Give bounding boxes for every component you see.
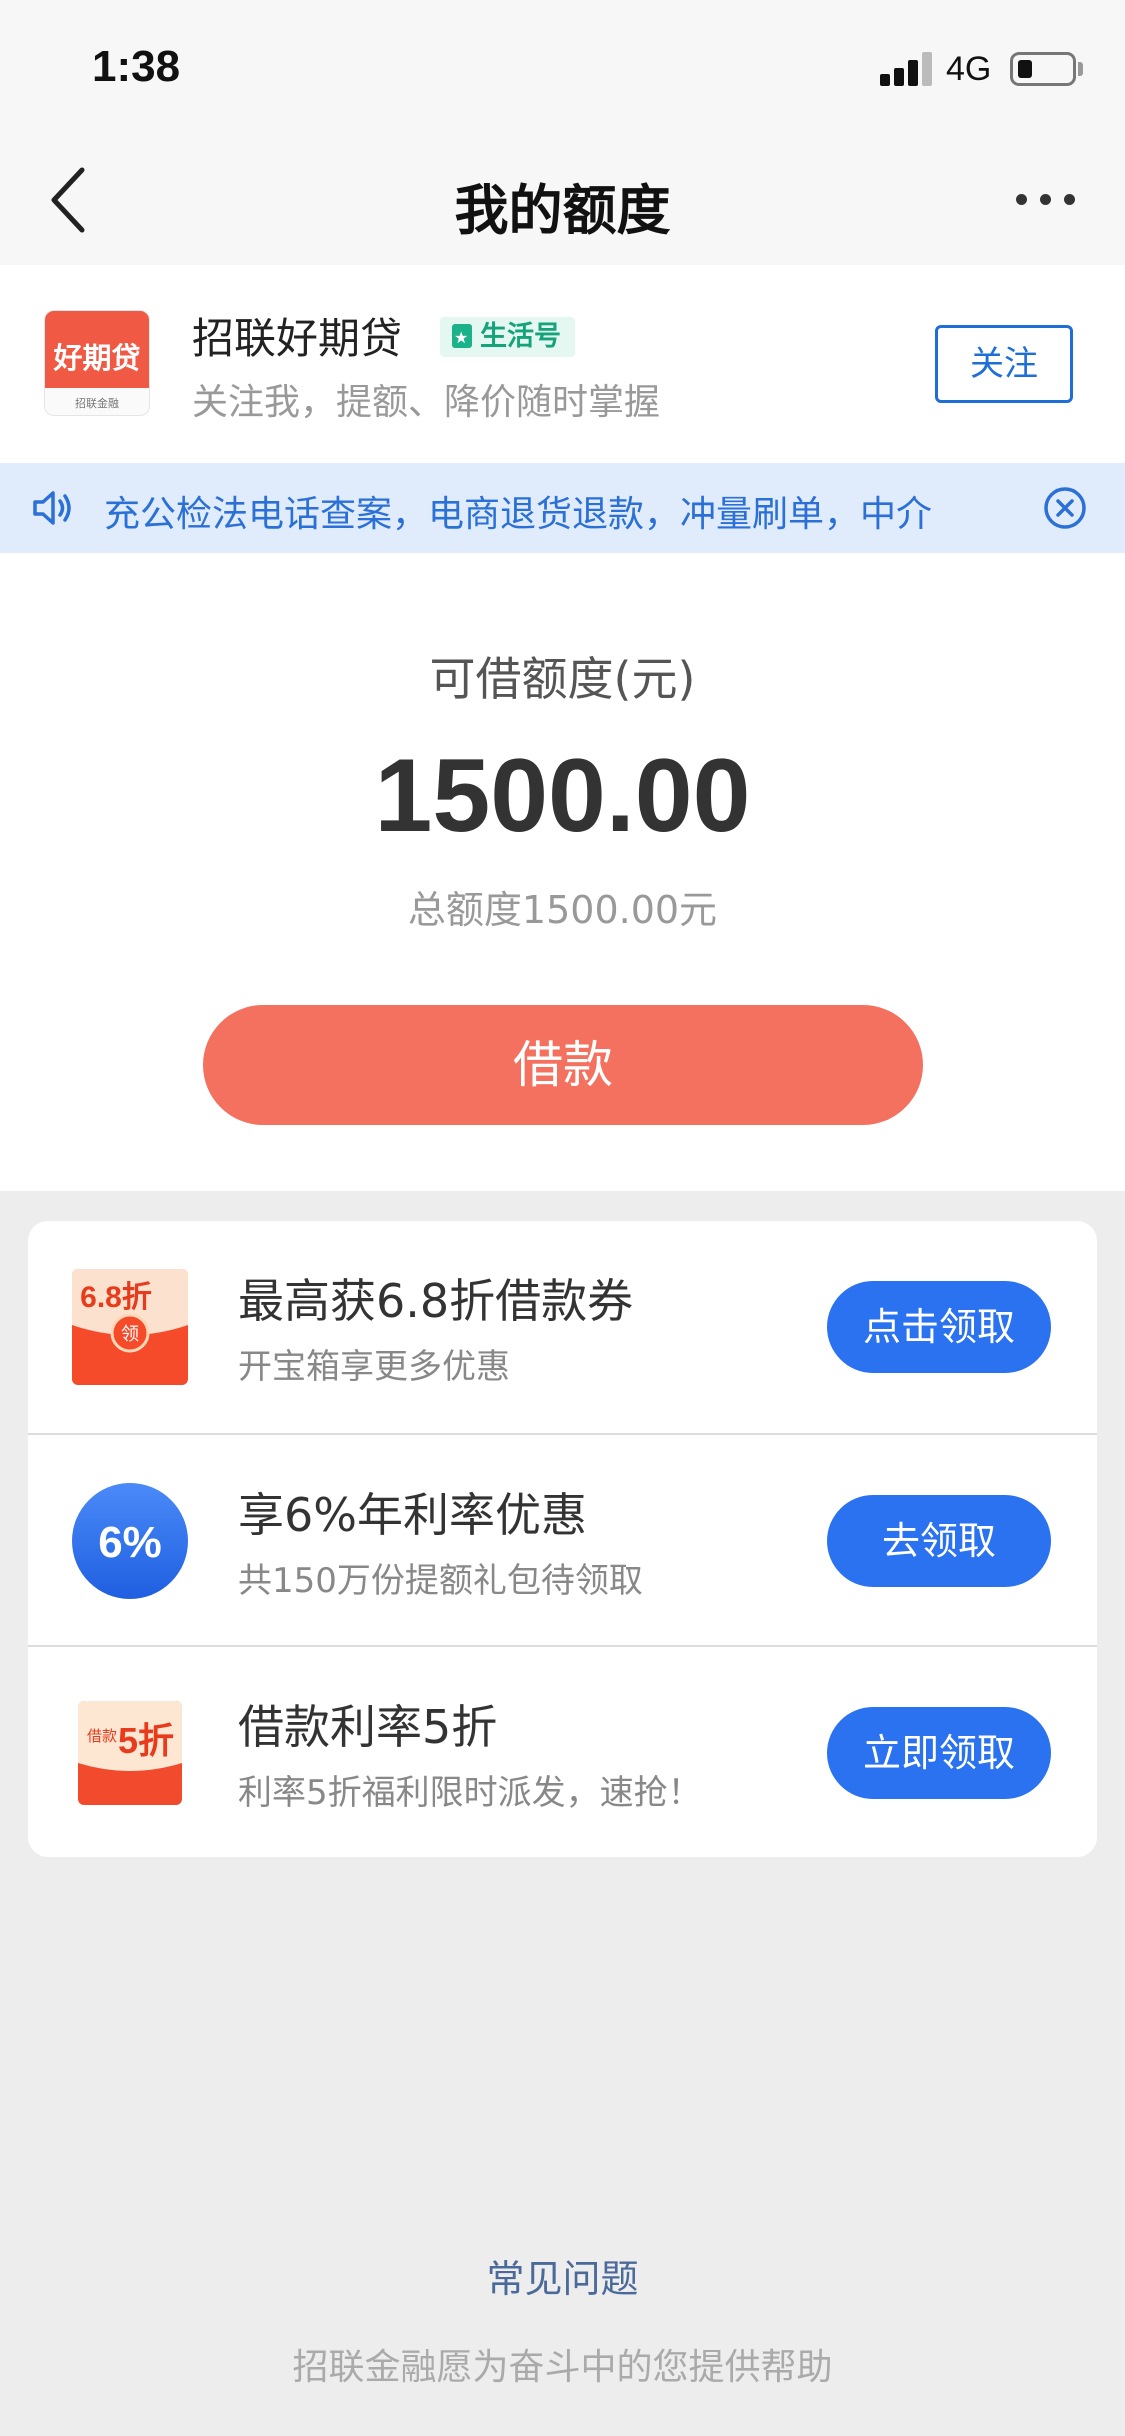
offer-subtitle: 共150万份提额礼包待领取 [238,1561,643,1601]
rate-icon-text: 6% [98,1518,162,1567]
offers-card: 6.8折 领 最高获6.8折借款券 开宝箱享更多优惠 点击领取 6% 享6%年利… [28,1221,1097,1857]
offer-subtitle: 利率5折福利限时派发，速抢！ [238,1773,702,1813]
bookmark-star-icon [452,318,472,358]
status-bar: 1:38 4G [0,0,1125,140]
logo-subtext: 招联金融 [75,397,119,410]
percent-badge-icon: 6% [72,1483,188,1599]
borrow-button[interactable]: 借款 [203,1005,923,1125]
claim-coupon-button[interactable]: 点击领取 [827,1281,1051,1373]
claim-half-rate-button[interactable]: 立即领取 [827,1707,1051,1799]
offer-title: 享6%年利率优惠 [238,1488,587,1542]
credit-section: 可借额度(元) 1500.00 总额度1500.00元 借款 [0,553,1125,1191]
battery-tip [1078,62,1083,76]
badge-label: 生活号 [480,321,561,352]
offer-item-rate[interactable]: 6% 享6%年利率优惠 共150万份提额礼包待领取 去领取 [28,1433,1097,1645]
status-time: 1:38 [92,42,181,91]
account-name: 招联好期贷 [192,314,403,363]
total-credit: 总额度1500.00元 [407,888,718,932]
offer-title: 借款利率5折 [238,1700,498,1754]
footer-slogan: 招联金融愿为奋斗中的您提供帮助 [292,2347,833,2388]
available-credit-label: 可借额度(元) [429,652,696,706]
account-description: 关注我，提额、降价随时掌握 [192,382,661,423]
available-credit-amount: 1500.00 [374,738,751,854]
faq-link[interactable]: 常见问题 [0,2248,1125,2303]
close-icon[interactable] [1043,486,1087,530]
red-envelope-discount-icon: 6.8折 领 [72,1269,188,1385]
speaker-icon [33,491,71,525]
page-title: 我的额度 [454,179,671,242]
account-strip[interactable]: 好期贷 招联金融 招联好期贷 生活号 关注我，提额、降价随时掌握 关注 [0,265,1125,463]
follow-button[interactable]: 关注 [935,325,1073,403]
cellular-signal-icon [880,52,932,86]
coupon-icon-top-text: 6.8折 [80,1281,152,1314]
battery-icon [1010,52,1076,86]
red-envelope-half-icon: 借款 5折 [78,1701,182,1805]
notice-text: 充公检法电话查案，电商退货退款，冲量刷单，中介 [104,494,933,535]
offer-item-half-price[interactable]: 借款 5折 借款利率5折 利率5折福利限时派发，速抢！ 立即领取 [28,1645,1097,1857]
half-icon-small-text: 借款 [87,1727,117,1745]
nav-bar: 我的额度 [0,140,1125,265]
offer-title: 最高获6.8折借款券 [238,1274,634,1328]
offer-subtitle: 开宝箱享更多优惠 [238,1347,510,1387]
life-account-badge: 生活号 [440,317,575,358]
coupon-icon-bottom-text: 领 [121,1324,139,1345]
notice-bar: 充公检法电话查案，电商退货退款，冲量刷单，中介 [0,463,1125,553]
claim-rate-button[interactable]: 去领取 [827,1495,1051,1587]
logo-text: 好期贷 [53,341,141,375]
half-icon-big-text: 5折 [118,1720,174,1761]
more-button[interactable] [1010,190,1080,210]
network-type: 4G [946,50,992,88]
account-logo: 好期贷 招联金融 [44,310,150,416]
offer-item-coupon[interactable]: 6.8折 领 最高获6.8折借款券 开宝箱享更多优惠 点击领取 [28,1221,1097,1433]
